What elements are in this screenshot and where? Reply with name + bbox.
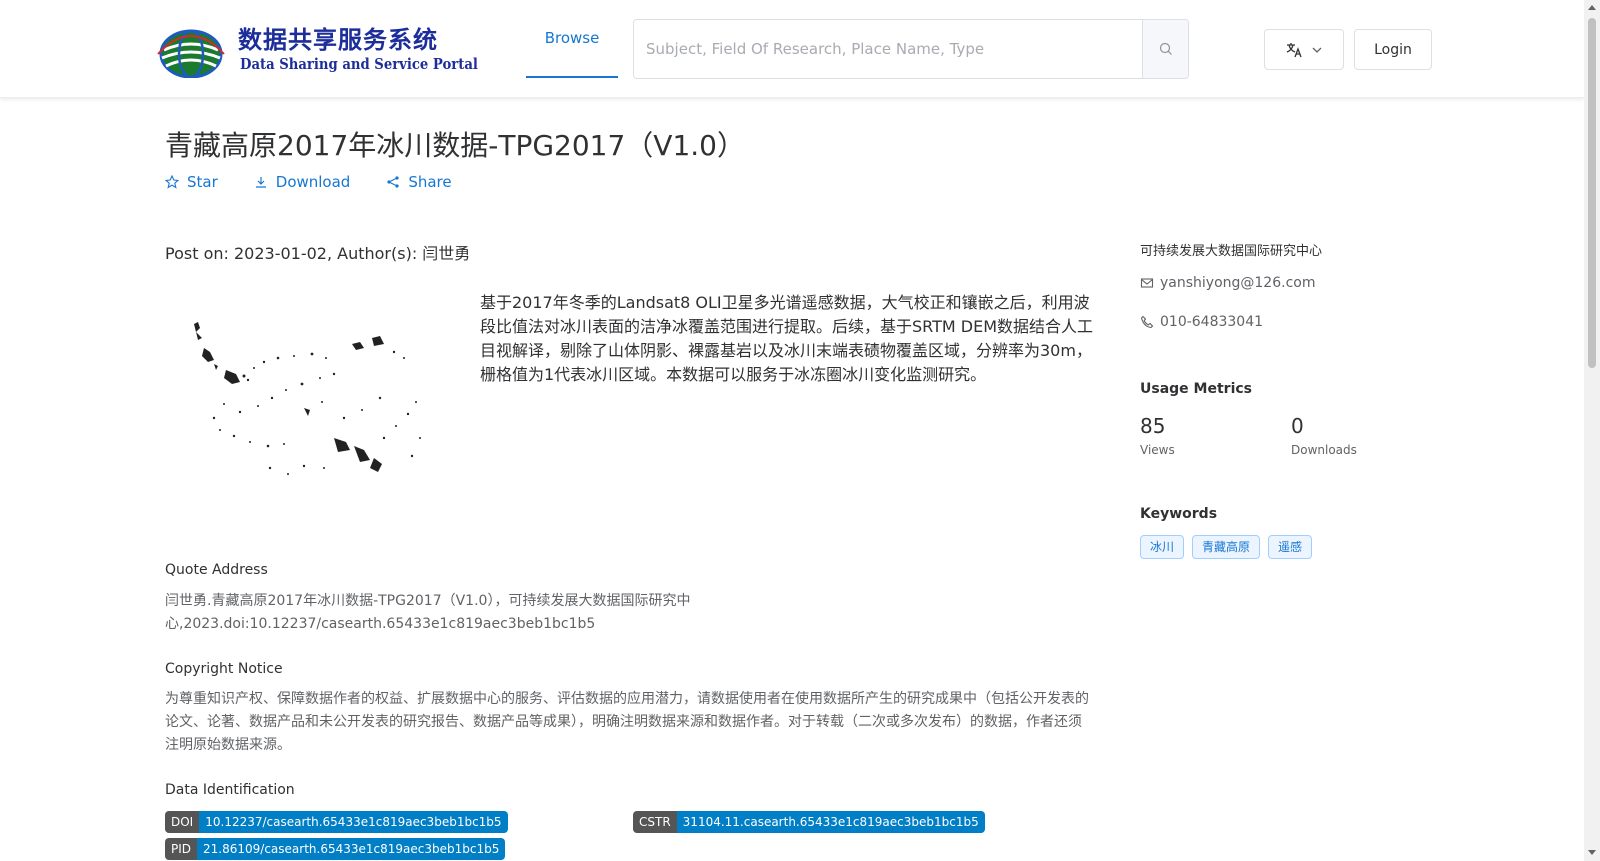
download-button[interactable]: Download: [254, 173, 351, 191]
email-text: yanshiyong@126.com: [1160, 275, 1316, 291]
keyword-list: 冰川 青藏高原 遥感: [1140, 535, 1313, 559]
dataset-description: 基于2017年冬季的Landsat8 OLI卫星多光谱遥感数据，大气校正和镶嵌之…: [480, 293, 1094, 384]
identification-title: Data Identification: [165, 782, 295, 798]
logo-title-en: Data Sharing and Service Portal: [240, 55, 478, 73]
share-icon: [387, 176, 399, 188]
scroll-down-arrow[interactable]: [1588, 850, 1596, 855]
star-button[interactable]: Star: [165, 173, 218, 191]
contact-email[interactable]: yanshiyong@126.com: [1140, 275, 1315, 291]
globe-logo-icon: [157, 29, 225, 78]
cstr-badge[interactable]: CSTR 31104.11.casearth.65433e1c819aec3be…: [633, 811, 985, 833]
download-label: Download: [275, 173, 351, 191]
usage-metrics-title: Usage Metrics: [1140, 381, 1252, 397]
share-button[interactable]: Share: [386, 173, 452, 191]
copyright-title: Copyright Notice: [165, 661, 283, 677]
scroll-up-arrow[interactable]: [1588, 5, 1596, 10]
keyword-tag[interactable]: 青藏高原: [1192, 535, 1261, 559]
mail-icon: [1140, 278, 1154, 288]
post-info: Post on: 2023-01-02, Author(s): 闫世勇: [165, 244, 471, 263]
cstr-label: CSTR: [633, 811, 677, 833]
doi-value: 10.12237/casearth.65433e1c819aec3beb1bc1…: [199, 811, 508, 833]
views-label: Views: [1140, 443, 1175, 457]
logo[interactable]: 数据共享服务系统 Data Sharing and Service Portal: [152, 18, 478, 82]
search-icon: [1159, 42, 1172, 55]
search-input[interactable]: [634, 20, 1142, 78]
views-count: 85: [1140, 414, 1166, 438]
downloads-label: Downloads: [1291, 443, 1357, 457]
doi-label: DOI: [165, 811, 200, 833]
search-box: [633, 19, 1189, 79]
pid-value: 21.86109/casearth.65433e1c819aec3beb1bc1…: [197, 838, 506, 860]
language-switch-button[interactable]: [1264, 29, 1344, 70]
copyright-text: 为尊重知识产权、保障数据作者的权益、扩展数据中心的服务、评估数据的应用潜力，请数…: [165, 691, 1089, 753]
keyword-tag[interactable]: 冰川: [1140, 535, 1185, 559]
pid-label: PID: [165, 838, 198, 860]
login-button[interactable]: Login: [1354, 29, 1432, 70]
pid-badge[interactable]: PID 21.86109/casearth.65433e1c819aec3beb…: [165, 838, 506, 860]
dataset-thumbnail: [194, 322, 421, 475]
logo-title-cn: 数据共享服务系统: [238, 26, 438, 54]
star-label: Star: [187, 173, 218, 191]
keywords-title: Keywords: [1140, 506, 1218, 522]
page-title: 青藏高原2017年冰川数据-TPG2017（V1.0）: [165, 129, 745, 162]
organization-name: 可持续发展大数据国际研究中心: [1140, 244, 1323, 259]
action-bar: Star Download Share: [165, 173, 452, 191]
translate-icon: [1286, 42, 1302, 57]
downloads-count: 0: [1291, 414, 1304, 438]
doi-badge[interactable]: DOI 10.12237/casearth.65433e1c819aec3beb…: [165, 811, 508, 833]
page-scrollbar[interactable]: [1584, 0, 1600, 861]
top-header: 数据共享服务系统 Data Sharing and Service Portal…: [0, 0, 1584, 98]
search-button[interactable]: [1142, 20, 1188, 78]
scrollbar-thumb[interactable]: [1588, 18, 1596, 368]
chevron-down-icon: [1312, 47, 1322, 53]
phone-icon: [1140, 315, 1154, 329]
cstr-value: 31104.11.casearth.65433e1c819aec3beb1bc1…: [676, 811, 985, 833]
star-icon: [165, 175, 179, 189]
quote-title: Quote Address: [165, 562, 268, 578]
download-icon: [255, 177, 266, 188]
share-label: Share: [408, 173, 452, 191]
phone-text: 010-64833041: [1160, 314, 1264, 330]
nav-browse[interactable]: Browse: [526, 0, 618, 78]
contact-phone: 010-64833041: [1140, 314, 1263, 330]
keyword-tag[interactable]: 遥感: [1268, 535, 1313, 559]
quote-text: 闫世勇.青藏高原2017年冰川数据-TPG2017（V1.0），可持续发展大数据…: [165, 593, 691, 632]
